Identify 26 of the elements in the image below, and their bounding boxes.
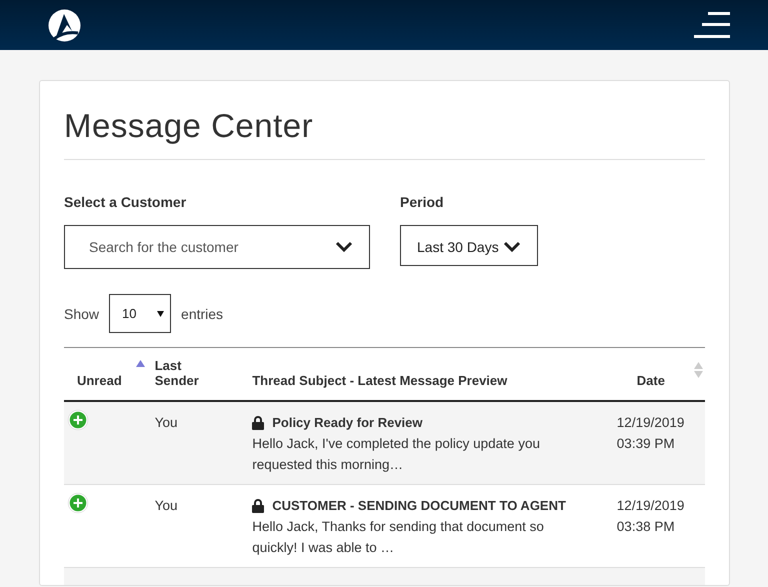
page-title: Message Center [64,107,705,160]
time-text: 03:39 PM [616,435,676,453]
date-text: 12/19/2019 [616,497,686,515]
caret-down-icon [157,310,164,316]
thread-subject[interactable]: CUSTOMER - SENDING DOCUMENT TO AGENT [272,495,566,516]
thread-subject[interactable]: Policy Ready for Review [272,412,422,433]
customer-select[interactable]: Search for the customer [64,225,370,269]
entries-label: entries [181,306,224,322]
date-text: 12/19/2019 [616,414,686,432]
message-preview: Hello Jack, Thanks for sending that document so quickly! I was able to … [252,518,545,557]
filter-label: Select a Customer [64,194,188,210]
chevron-down-icon [503,241,521,253]
entries-select[interactable]: 10 [109,294,172,333]
sort-ascending-icon[interactable] [136,360,145,367]
logo-icon[interactable] [48,8,81,42]
unread-plus-icon[interactable] [68,410,88,430]
unread-plus-icon[interactable] [68,493,88,513]
sender-text: You [154,498,178,513]
time-text: 03:38 PM [616,518,676,536]
filter-label: Period [400,194,445,210]
message-preview: Hello Jack, I've completed the policy update you requested this morning… [252,435,541,474]
period-select[interactable]: Last 30 Days [400,225,538,266]
chevron-down-icon [335,241,353,253]
sender-text: You [154,415,178,430]
menu-icon[interactable] [694,12,730,38]
show-label: Show [64,306,100,322]
